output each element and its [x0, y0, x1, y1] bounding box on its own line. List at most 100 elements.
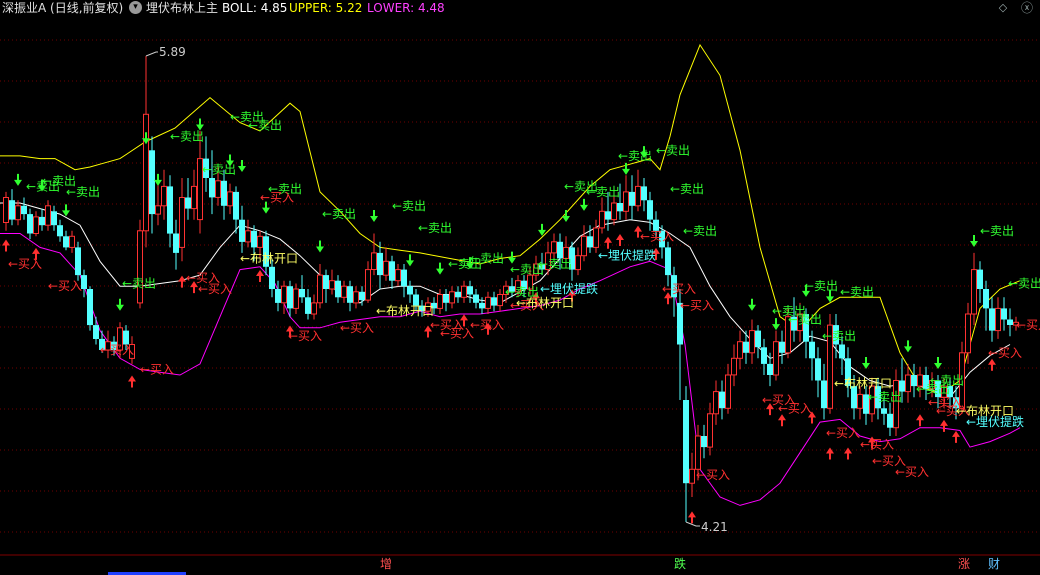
sell-label: ←卖出	[170, 129, 204, 143]
candle-body-down	[641, 186, 647, 201]
sell-label: ←卖出	[392, 199, 426, 213]
sell-label: ←卖出	[1008, 277, 1040, 291]
candle-body-down	[557, 241, 563, 259]
candle-body-down	[377, 252, 383, 276]
candle-body-down	[93, 325, 99, 339]
sell-arrow-icon	[154, 173, 162, 186]
sell-label: ←卖出	[122, 277, 156, 291]
candle-body-up	[461, 285, 467, 298]
sell-label: ←卖出	[418, 221, 452, 235]
sell-arrow-icon	[748, 298, 756, 311]
buy-label: ←买入	[440, 326, 474, 340]
candle-body-up	[293, 288, 299, 309]
buy-arrow-icon	[940, 419, 948, 432]
candle-body-down	[983, 289, 989, 309]
candle-body-up	[737, 341, 743, 359]
candle-body-down	[473, 294, 479, 303]
stock-title[interactable]: 深振业A (日线,前复权)	[2, 0, 123, 16]
candlestick-chart[interactable]: ←卖出 ←卖出 ←卖出 ←卖出 ←卖出 ←卖出 ←卖出 ←卖出 ←卖出 ←卖出 ←卖出 ←卖出 ←卖出 ←…	[0, 0, 1040, 575]
candle-body-down	[701, 436, 707, 448]
upper-band-line	[0, 43, 1021, 395]
sell-arrow-icon	[14, 173, 22, 186]
low-price-label: 4.21	[701, 520, 728, 534]
ambush-label: ←埋伏提跌	[540, 281, 598, 296]
candle-body-down	[39, 216, 45, 226]
candle-body-up	[179, 197, 185, 248]
candle-body-up	[311, 302, 317, 315]
candle-body-down	[63, 236, 69, 248]
candle-body-down	[767, 363, 773, 375]
candle-body-up	[257, 235, 263, 248]
candle-body-down	[479, 302, 485, 309]
candle-body-up	[281, 285, 287, 304]
buy-label: ←买入	[895, 465, 929, 479]
candle-body-up	[731, 357, 737, 376]
buy-arrow-icon	[952, 430, 960, 443]
buy-label: ←买入	[696, 468, 730, 482]
candle-body-up	[245, 230, 251, 243]
candle-body-up	[965, 313, 971, 354]
sell-label: ←卖出	[840, 285, 874, 299]
candle-body-down	[57, 225, 63, 237]
candle-body-down	[9, 200, 15, 220]
sell-label: ←卖出	[202, 163, 236, 177]
candle-body-up	[749, 330, 755, 354]
candle-body-up	[137, 230, 143, 304]
close-icon[interactable]: ⓧ	[1018, 1, 1036, 15]
candle-body-down	[629, 191, 635, 206]
candle-body-down	[51, 211, 57, 226]
expand-icon[interactable]: ◇	[996, 1, 1010, 15]
buy-label: ←买入	[662, 282, 696, 296]
candle-body-up	[725, 374, 731, 409]
candle-body-down	[719, 391, 725, 409]
candle-body-down	[605, 211, 611, 220]
candle-body-down	[407, 286, 413, 295]
buy-label: ←买入	[100, 343, 134, 357]
sell-arrow-icon	[934, 356, 942, 369]
candle-body-down	[173, 233, 179, 253]
sell-label: ←卖出	[868, 390, 902, 404]
buy-label: ←买入	[826, 426, 860, 440]
ambush-label: ←埋伏提跌	[598, 248, 656, 263]
sell-label: ←卖出	[930, 374, 964, 388]
candle-body-up	[395, 269, 401, 282]
candle-body-up	[689, 468, 695, 484]
candle-body-up	[161, 185, 167, 207]
buy-label: ←买入	[470, 318, 504, 332]
candle-body-down	[761, 347, 767, 364]
candle-body-up	[33, 216, 39, 234]
buy-arrow-icon	[128, 375, 136, 388]
buy-label: ←买入	[140, 362, 174, 376]
candle-body-down	[989, 308, 995, 331]
candle-body-down	[305, 297, 311, 314]
candle-body-up	[551, 241, 557, 254]
sell-arrow-icon	[862, 356, 870, 369]
sell-label: ←卖出	[980, 224, 1014, 238]
sell-label: ←卖出	[586, 185, 620, 199]
candle-body-up	[971, 269, 977, 315]
buy-label: ←买入	[778, 401, 812, 415]
candle-body-down	[977, 269, 983, 289]
sell-label: ←卖出	[66, 185, 100, 199]
candle-body-down	[75, 247, 81, 276]
candle-body-down	[779, 341, 785, 353]
indicator-name[interactable]: 埋伏布林上主	[146, 0, 218, 16]
buy-label: ←买入	[988, 346, 1022, 360]
bollinger-open-label: ←布林开口	[516, 296, 574, 310]
candle-body-up	[485, 296, 491, 309]
candle-body-up	[69, 235, 75, 248]
bottom-mark-cai: 财	[988, 557, 1001, 571]
chevron-down-icon[interactable]: ▾	[129, 1, 142, 14]
candle-body-down	[87, 289, 93, 326]
sell-arrow-icon	[580, 198, 588, 211]
sell-arrow-icon	[62, 204, 70, 217]
sell-label: ←卖出	[656, 143, 690, 157]
candle-body-up	[623, 191, 629, 212]
candle-body-down	[185, 197, 191, 209]
sell-arrow-icon	[316, 240, 324, 253]
bollinger-open-label: ←布林开口	[376, 304, 434, 318]
candle-body-up	[449, 291, 455, 304]
sell-arrow-icon	[904, 340, 912, 353]
candle-body-down	[233, 191, 239, 220]
candle-body-up	[707, 413, 713, 448]
